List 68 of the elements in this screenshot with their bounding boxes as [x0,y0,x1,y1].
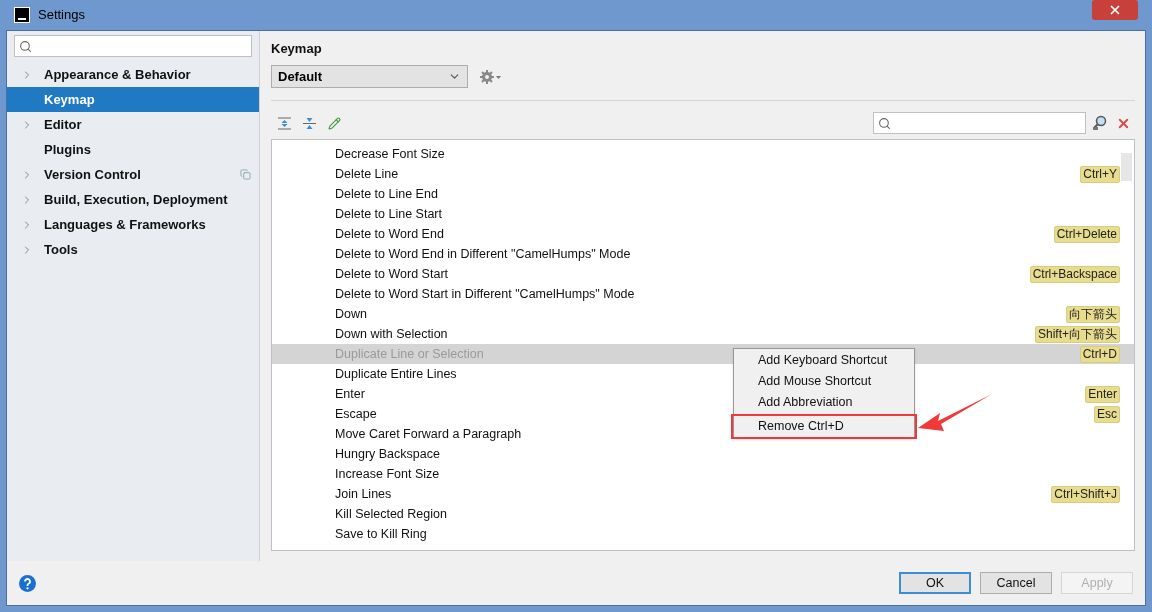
sidebar-item-label: Languages & Frameworks [43,215,207,234]
action-name[interactable]: Save to Kill Ring [335,524,427,544]
shortcut-badge: Shift+向下箭头 [1034,325,1120,343]
window-title: Settings [38,6,85,25]
sidebar-item[interactable]: Keymap [7,87,259,112]
sidebar-item[interactable]: Version Control [7,162,259,187]
action-name[interactable]: Enter [335,384,365,404]
sidebar-item[interactable]: Editor [7,112,259,137]
keymap-dropdown[interactable]: Default [271,65,468,88]
action-name[interactable]: Move Caret Forward a Paragraph [335,424,522,444]
sidebar-item-label: Plugins [43,140,92,159]
action-name[interactable]: Decrease Font Size [335,144,445,164]
sidebar-item-label: Tools [43,240,79,259]
sidebar-item[interactable]: Build, Execution, Deployment [7,187,259,212]
shortcut-badge: Esc [1094,405,1120,423]
action-name[interactable]: Delete to Word End [335,224,444,244]
action-name[interactable]: Join Lines [335,484,392,504]
panel-title: Keymap [271,40,323,57]
search-field[interactable] [14,35,252,57]
expand-all-icon[interactable] [278,116,291,130]
gear-icon[interactable] [480,69,502,84]
action-name[interactable]: Kill Selected Region [335,504,447,524]
action-name[interactable]: Delete to Word End in Different "CamelHumps" Mode [335,244,631,264]
dialog-button[interactable]: OK [899,572,971,594]
dialog-button[interactable]: Cancel [980,572,1052,594]
sidebar-item[interactable]: Appearance & Behavior [7,62,259,87]
find-shortcut-icon[interactable] [1092,115,1108,131]
collapse-all-icon[interactable] [303,116,316,130]
menu-item[interactable]: Add Keyboard Shortcut [734,350,914,371]
shortcut-badge: Ctrl+Shift+J [1051,485,1120,503]
shortcut-badge: Enter [1085,385,1120,403]
help-icon[interactable] [19,574,36,592]
action-name[interactable]: Delete to Word Start in Different "CamelHumps" Mode [335,284,635,304]
sidebar-item-label: Editor [43,115,83,134]
action-name[interactable]: Down [335,304,367,324]
shortcut-search-field[interactable] [873,112,1086,134]
shortcut-badge: 向下箭头 [1066,305,1120,323]
scrollbar-thumb[interactable] [1121,153,1132,181]
app-logo-icon [14,7,30,23]
action-name[interactable]: Escape [335,404,377,424]
pencil-icon[interactable] [328,116,341,130]
sidebar-item[interactable]: Languages & Frameworks [7,212,259,237]
action-name[interactable]: Delete to Line End [335,184,438,204]
sidebar-item-label: Keymap [43,90,96,109]
search-icon [19,39,32,53]
sidebar-item[interactable]: Tools [7,237,259,262]
action-name[interactable]: Delete to Word Start [335,264,448,284]
menu-item[interactable]: Add Abbreviation [734,392,914,413]
copy-icon [240,169,251,180]
sidebar-item[interactable]: Plugins [7,137,259,162]
shortcut-badge: Ctrl+Backspace [1029,265,1120,283]
shortcut-badge: Ctrl+Y [1080,165,1120,183]
search-icon [878,116,891,130]
shortcut-badge: Ctrl+Delete [1053,225,1120,243]
shortcut-badge: Ctrl+D [1079,345,1120,363]
menu-item[interactable]: Remove Ctrl+D [733,416,915,437]
sidebar-item-label: Build, Execution, Deployment [43,190,229,209]
close-button[interactable] [1092,0,1138,20]
action-name[interactable]: Hungry Backspace [335,444,440,464]
action-name[interactable]: Increase Font Size [335,464,440,484]
close-icon [1108,3,1122,17]
sidebar-item-label: Appearance & Behavior [43,65,192,84]
sidebar-item-label: Version Control [43,165,142,184]
menu-item[interactable]: Add Mouse Shortcut [734,371,914,392]
action-name[interactable]: Duplicate Entire Lines [335,364,457,384]
action-name[interactable]: Delete to Line Start [335,204,442,224]
action-name[interactable]: Delete Line [335,164,399,184]
action-name[interactable]: Down with Selection [335,324,448,344]
